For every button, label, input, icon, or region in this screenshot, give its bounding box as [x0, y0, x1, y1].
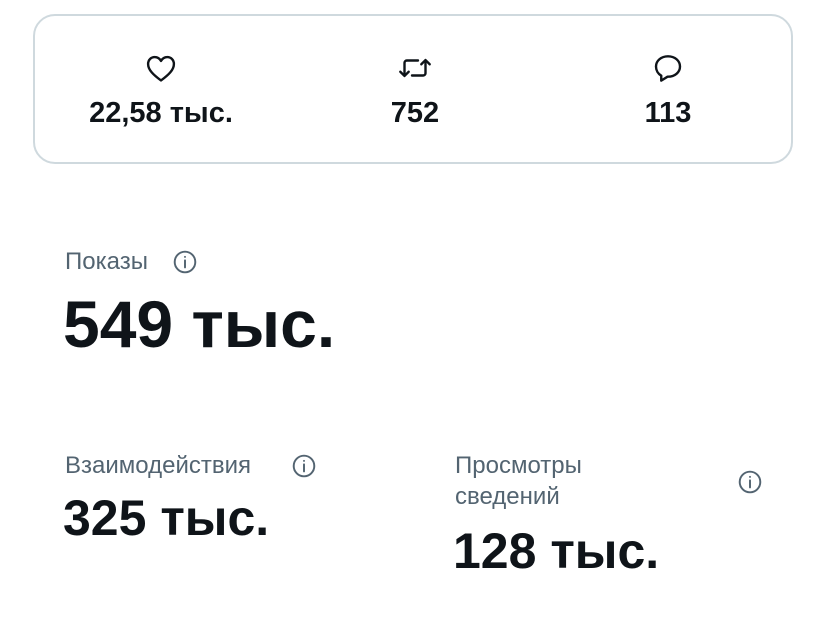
detail-expands-label-line2: сведений — [455, 483, 560, 510]
engagements-label: Взаимодействия — [65, 452, 251, 479]
repost-icon — [397, 50, 433, 86]
engagements-info-icon[interactable] — [291, 453, 317, 479]
likes-stat[interactable]: 22,58 тыс. — [51, 50, 271, 130]
reposts-stat[interactable]: 752 — [305, 50, 525, 130]
replies-stat[interactable]: 113 — [558, 50, 778, 130]
reply-icon — [650, 50, 686, 86]
likes-count: 22,58 тыс. — [89, 97, 233, 129]
replies-count: 113 — [644, 97, 692, 129]
heart-icon — [143, 50, 179, 86]
engagements-value: 325 тыс. — [63, 490, 270, 546]
detail-expands-value: 128 тыс. — [453, 523, 660, 579]
detail-expands-info-icon[interactable] — [737, 469, 763, 495]
impressions-value: 549 тыс. — [63, 287, 336, 361]
reposts-count: 752 — [390, 97, 440, 129]
detail-expands-label-line1: Просмотры — [455, 452, 582, 479]
engagement-card: 22,58 тыс. 752 113 — [33, 14, 793, 164]
impressions-info-icon[interactable] — [172, 249, 198, 275]
impressions-label: Показы — [65, 248, 148, 275]
